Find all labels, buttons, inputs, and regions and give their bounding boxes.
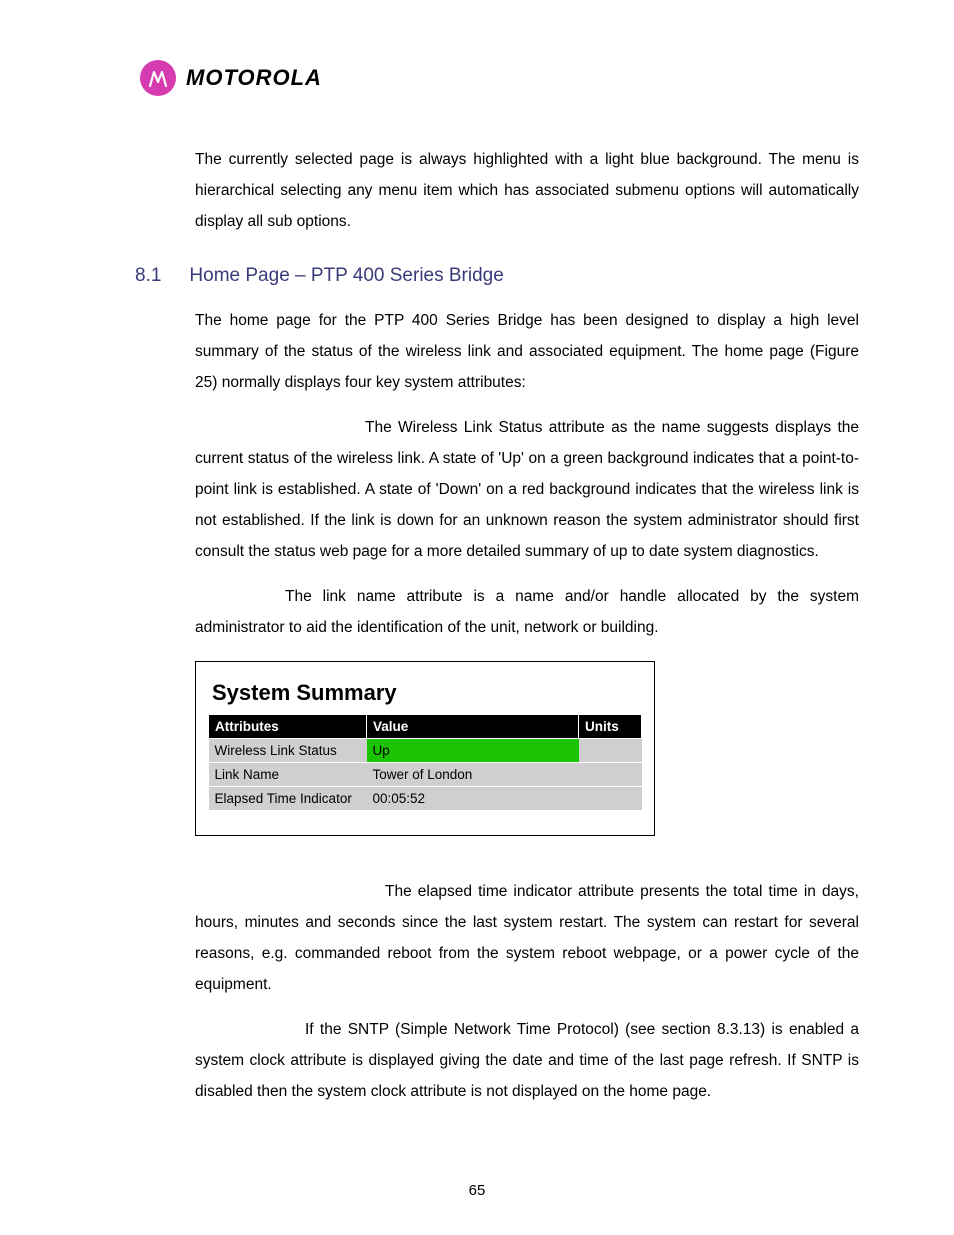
cell-units xyxy=(579,763,642,787)
table-row: Elapsed Time Indicator 00:05:52 xyxy=(209,787,642,811)
intro-paragraph: The currently selected page is always hi… xyxy=(195,144,859,237)
document-page: MOTOROLA The currently selected page is … xyxy=(0,0,954,1235)
motorola-logo-icon xyxy=(140,60,176,96)
col-header-value: Value xyxy=(367,715,579,739)
table-row: Link Name Tower of London xyxy=(209,763,642,787)
sntp-paragraph: If the SNTP (Simple Network Time Protoco… xyxy=(195,1014,859,1107)
cell-units xyxy=(579,739,642,763)
link-name-paragraph: The link name attribute is a name and/or… xyxy=(195,581,859,643)
cell-value: Tower of London xyxy=(367,763,579,787)
cell-units xyxy=(579,787,642,811)
cell-value-up: Up xyxy=(367,739,579,763)
system-summary-figure: System Summary Attributes Value Units Wi… xyxy=(195,661,655,836)
cell-attr: Elapsed Time Indicator xyxy=(209,787,367,811)
figure-title: System Summary xyxy=(212,680,642,706)
page-number: 65 xyxy=(0,1182,954,1199)
cell-attr: Link Name xyxy=(209,763,367,787)
cell-value: 00:05:52 xyxy=(367,787,579,811)
home-page-paragraph: The home page for the PTP 400 Series Bri… xyxy=(195,305,859,398)
section-title: Home Page – PTP 400 Series Bridge xyxy=(189,265,503,287)
table-row: Wireless Link Status Up xyxy=(209,739,642,763)
wireless-link-paragraph: The Wireless Link Status attribute as th… xyxy=(195,412,859,567)
cell-attr: Wireless Link Status xyxy=(209,739,367,763)
summary-table: Attributes Value Units Wireless Link Sta… xyxy=(208,714,642,811)
col-header-attributes: Attributes xyxy=(209,715,367,739)
col-header-units: Units xyxy=(579,715,642,739)
section-number: 8.1 xyxy=(135,265,161,287)
brand-text: MOTOROLA xyxy=(186,65,322,91)
elapsed-time-paragraph: The elapsed time indicator attribute pre… xyxy=(195,876,859,1000)
table-header-row: Attributes Value Units xyxy=(209,715,642,739)
section-heading: 8.1 Home Page – PTP 400 Series Bridge xyxy=(95,265,859,287)
header-logo-row: MOTOROLA xyxy=(140,60,859,96)
